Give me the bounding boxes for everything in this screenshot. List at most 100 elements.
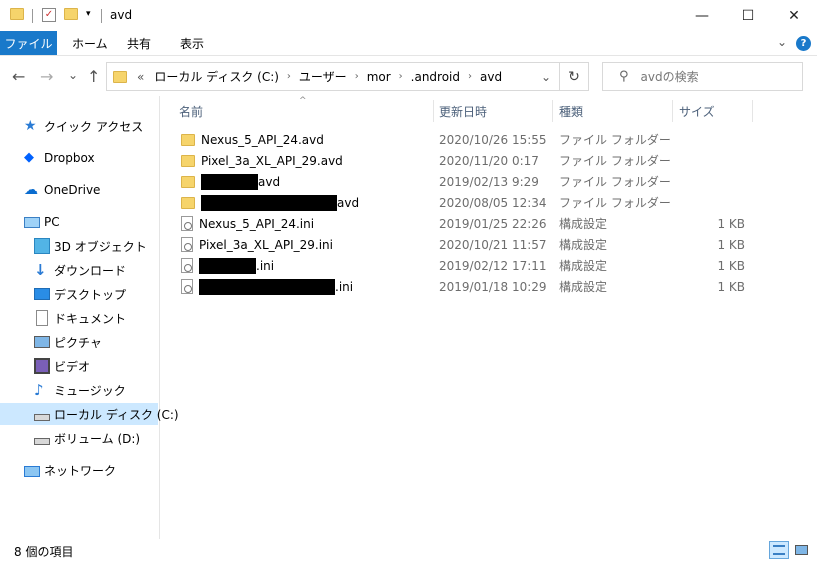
- breadcrumb-overflow[interactable]: «: [137, 70, 144, 84]
- chevron-right-icon[interactable]: ›: [468, 71, 472, 82]
- file-row[interactable]: avd 2019/02/13 9:29 ファイル フォルダー: [160, 171, 817, 192]
- folder-icon[interactable]: [10, 8, 24, 20]
- file-name: avd: [337, 195, 360, 210]
- sidebar-item-documents[interactable]: ドキュメント: [0, 307, 158, 329]
- tab-home[interactable]: ホーム: [72, 31, 108, 55]
- file-name: avd: [258, 174, 281, 189]
- file-name: .ini: [335, 279, 354, 294]
- file-type: 構成設定: [559, 238, 608, 252]
- column-header-type[interactable]: 種類: [559, 100, 583, 122]
- chevron-right-icon[interactable]: ›: [399, 71, 403, 82]
- sidebar-item-pictures[interactable]: ピクチャ: [0, 331, 158, 353]
- network-icon: [24, 465, 40, 477]
- sidebar-item-quick-access[interactable]: ★ クイック アクセス: [0, 115, 158, 137]
- file-row[interactable]: .ini 2019/01/18 10:29 構成設定 1 KB: [160, 276, 817, 297]
- chevron-down-icon[interactable]: ⌄: [777, 35, 787, 49]
- breadcrumb-drive[interactable]: ローカル ディスク (C:): [154, 68, 279, 85]
- config-file-icon: [181, 237, 193, 252]
- address-dropdown-button[interactable]: ⌄: [541, 70, 551, 84]
- file-name: Pixel_3a_XL_API_29.ini: [199, 237, 333, 252]
- chevron-right-icon[interactable]: ›: [355, 71, 359, 82]
- file-name-cell: avd: [181, 171, 280, 192]
- sidebar-item-local-disk-c[interactable]: ローカル ディスク (C:): [0, 403, 179, 425]
- tab-share[interactable]: 共有: [127, 31, 151, 55]
- file-name: Pixel_3a_XL_API_29.avd: [201, 153, 343, 168]
- customize-toolbar-icon[interactable]: ▾: [86, 9, 91, 19]
- column-divider[interactable]: [433, 100, 434, 122]
- video-icon: [34, 358, 50, 374]
- file-date: 2020/08/05 12:34: [439, 195, 547, 210]
- sidebar-item-music[interactable]: ♪ ミュージック: [0, 379, 158, 401]
- forward-button[interactable]: →: [40, 67, 53, 86]
- item-count: 8 個の項目: [14, 544, 74, 559]
- close-button[interactable]: ✕: [771, 0, 817, 31]
- column-header-name[interactable]: 名前: [179, 100, 203, 122]
- file-size: 1 KB: [717, 279, 745, 294]
- breadcrumb-android[interactable]: .android: [411, 70, 460, 84]
- picture-icon: [34, 336, 50, 348]
- sidebar-item-desktop[interactable]: デスクトップ: [0, 283, 158, 305]
- status-bar: 8 個の項目: [0, 539, 817, 563]
- breadcrumb-avd[interactable]: avd: [480, 70, 502, 84]
- file-row[interactable]: Nexus_5_API_24.ini 2019/01/25 22:26 構成設定…: [160, 213, 817, 234]
- sidebar-item-dropbox[interactable]: ◆ Dropbox: [0, 147, 158, 169]
- maximize-button[interactable]: ☐: [725, 0, 771, 31]
- sidebar-item-downloads[interactable]: ↓ ダウンロード: [0, 259, 158, 281]
- search-icon: ⚲: [619, 69, 629, 84]
- column-divider[interactable]: [752, 100, 753, 122]
- column-header-date[interactable]: 更新日時: [439, 100, 487, 122]
- new-folder-icon[interactable]: [64, 8, 78, 20]
- file-date: 2019/01/25 22:26: [439, 216, 547, 231]
- tab-view[interactable]: 表示: [180, 31, 204, 55]
- sidebar-item-onedrive[interactable]: ☁ OneDrive: [0, 179, 158, 201]
- title-bar: ✓ ▾ avd — ☐ ✕: [0, 0, 817, 31]
- sidebar-item-label: PC: [44, 215, 60, 229]
- back-button[interactable]: ←: [12, 67, 25, 86]
- file-name: Nexus_5_API_24.ini: [199, 216, 315, 231]
- file-name-cell: Nexus_5_API_24.avd: [181, 129, 324, 150]
- column-header-size[interactable]: サイズ: [679, 100, 715, 122]
- config-file-icon: [181, 258, 193, 273]
- file-row[interactable]: .ini 2019/02/12 17:11 構成設定 1 KB: [160, 255, 817, 276]
- search-input[interactable]: ⚲ avdの検索: [602, 62, 803, 91]
- chevron-right-icon[interactable]: ›: [287, 71, 291, 82]
- breadcrumb-users[interactable]: ユーザー: [299, 68, 347, 85]
- minimize-button[interactable]: —: [679, 0, 725, 31]
- file-date: 2019/02/12 17:11: [439, 258, 547, 273]
- sidebar-item-videos[interactable]: ビデオ: [0, 355, 158, 377]
- file-row[interactable]: Pixel_3a_XL_API_29.ini 2020/10/21 11:57 …: [160, 234, 817, 255]
- star-icon: ★: [24, 118, 37, 134]
- file-row[interactable]: Pixel_3a_XL_API_29.avd 2020/11/20 0:17 フ…: [160, 150, 817, 171]
- sidebar-item-network[interactable]: ネットワーク: [0, 459, 158, 481]
- file-name: .ini: [256, 258, 275, 273]
- file-row[interactable]: Nexus_5_API_24.avd 2020/10/26 15:55 ファイル…: [160, 129, 817, 150]
- sidebar-item-volume-d[interactable]: ボリューム (D:): [0, 427, 158, 449]
- file-date: 2020/10/21 11:57: [439, 237, 547, 252]
- navigation-bar: ← → ⌄ ↑ « ローカル ディスク (C:) › ユーザー › mor › …: [0, 55, 817, 96]
- file-type: ファイル フォルダー: [559, 196, 671, 210]
- column-divider[interactable]: [552, 100, 553, 122]
- sidebar-item-label: クイック アクセス: [44, 119, 144, 134]
- recent-locations-button[interactable]: ⌄: [68, 68, 78, 82]
- sidebar-item-3d-objects[interactable]: 3D オブジェクト: [0, 235, 158, 257]
- refresh-button[interactable]: ↻: [560, 62, 589, 91]
- sidebar-item-label: ダウンロード: [54, 263, 127, 278]
- redaction-bar: [201, 173, 258, 190]
- column-divider[interactable]: [672, 100, 673, 122]
- details-view-button[interactable]: [769, 541, 789, 559]
- up-button[interactable]: ↑: [87, 67, 100, 86]
- sidebar-item-pc[interactable]: PC: [0, 211, 158, 233]
- file-date: 2019/02/13 9:29: [439, 174, 539, 189]
- help-icon[interactable]: ?: [796, 36, 811, 51]
- file-type: ファイル フォルダー: [559, 175, 671, 189]
- address-bar[interactable]: « ローカル ディスク (C:) › ユーザー › mor › .android…: [106, 62, 560, 91]
- file-date: 2020/11/20 0:17: [439, 153, 539, 168]
- breadcrumb-mor[interactable]: mor: [367, 70, 391, 84]
- folder-icon: [181, 196, 195, 209]
- document-icon: [36, 310, 48, 326]
- file-name-cell: Pixel_3a_XL_API_29.avd: [181, 150, 343, 171]
- file-row[interactable]: avd 2020/08/05 12:34 ファイル フォルダー: [160, 192, 817, 213]
- properties-icon[interactable]: ✓: [42, 8, 56, 22]
- tab-file[interactable]: ファイル: [0, 31, 57, 55]
- large-icons-view-button[interactable]: [791, 541, 811, 559]
